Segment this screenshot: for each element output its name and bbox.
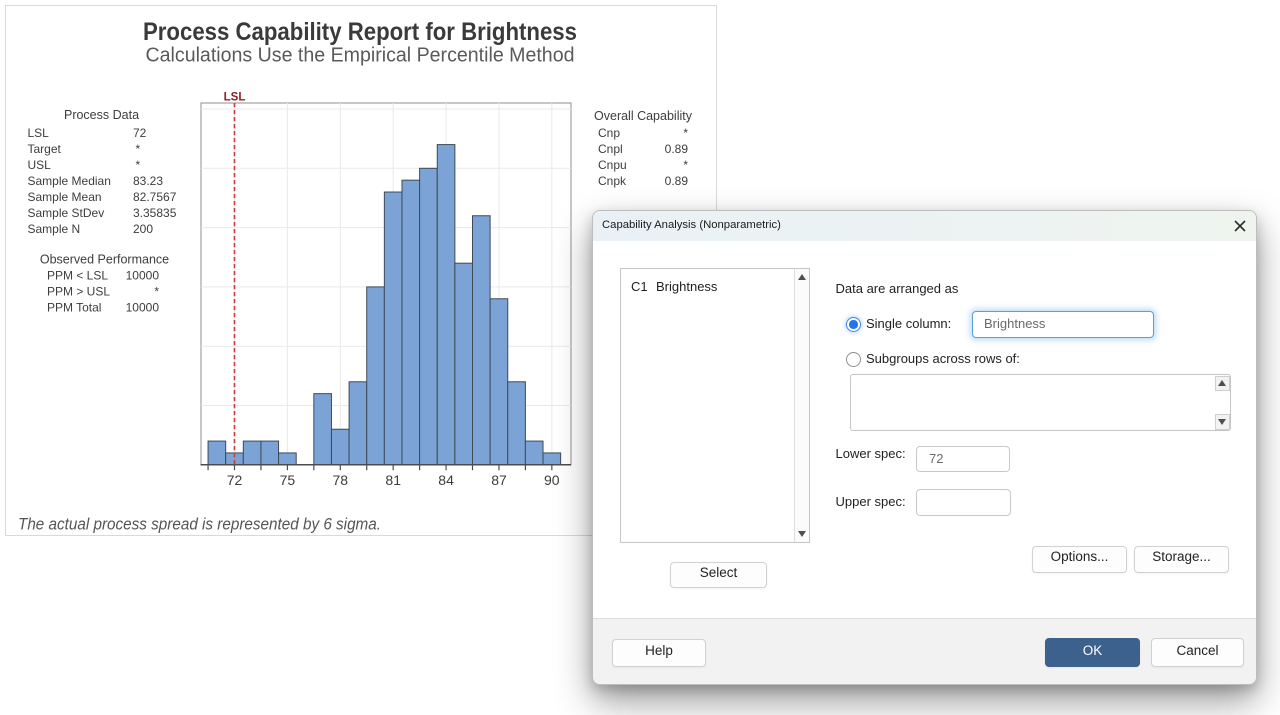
svg-text:*: * [683,158,688,172]
svg-text:Sample StDev: Sample StDev [28,206,105,220]
svg-text:72: 72 [133,126,147,140]
svg-text:*: * [136,158,141,172]
svg-text:Observed Performance: Observed Performance [40,253,169,267]
svg-text:The actual process spread is r: The actual process spread is represented… [18,516,381,534]
svg-text:Cnpk: Cnpk [598,174,627,188]
svg-text:87: 87 [491,472,507,488]
svg-text:*: * [136,142,141,156]
svg-text:82.7567: 82.7567 [133,190,177,204]
svg-text:10000: 10000 [126,301,160,315]
svg-text:Cnp: Cnp [598,126,620,140]
svg-text:Overall Capability: Overall Capability [594,109,693,123]
svg-text:Calculations Use the Empirical: Calculations Use the Empirical Percentil… [146,45,575,67]
svg-text:Cnpl: Cnpl [598,142,623,156]
svg-text:72: 72 [227,472,243,488]
svg-text:10000: 10000 [126,269,160,283]
svg-text:Process Data: Process Data [64,108,139,122]
svg-text:Sample Mean: Sample Mean [28,190,102,204]
svg-text:84: 84 [438,472,454,488]
svg-text:90: 90 [544,472,560,488]
svg-text:Target: Target [28,142,62,156]
svg-text:75: 75 [280,472,296,488]
svg-text:Sample Median: Sample Median [28,174,111,188]
svg-text:*: * [154,285,159,299]
svg-text:200: 200 [133,222,153,236]
svg-text:PPM Total: PPM Total [47,301,101,315]
svg-text:USL: USL [28,158,52,172]
svg-text:*: * [683,126,688,140]
svg-text:3.35835: 3.35835 [133,206,177,220]
svg-text:Process Capability Report for: Process Capability Report for Brightness [143,18,577,46]
svg-text:0.89: 0.89 [665,174,689,188]
svg-text:PPM < LSL: PPM < LSL [47,269,108,283]
svg-text:78: 78 [333,472,349,488]
svg-text:83.23: 83.23 [133,174,163,188]
svg-text:Sample N: Sample N [28,222,81,236]
svg-text:LSL: LSL [28,126,50,140]
svg-text:0.89: 0.89 [665,142,689,156]
svg-text:Cnpu: Cnpu [598,158,627,172]
svg-text:LSL: LSL [224,91,246,103]
svg-text:PPM > USL: PPM > USL [47,285,110,299]
svg-text:81: 81 [385,472,401,488]
